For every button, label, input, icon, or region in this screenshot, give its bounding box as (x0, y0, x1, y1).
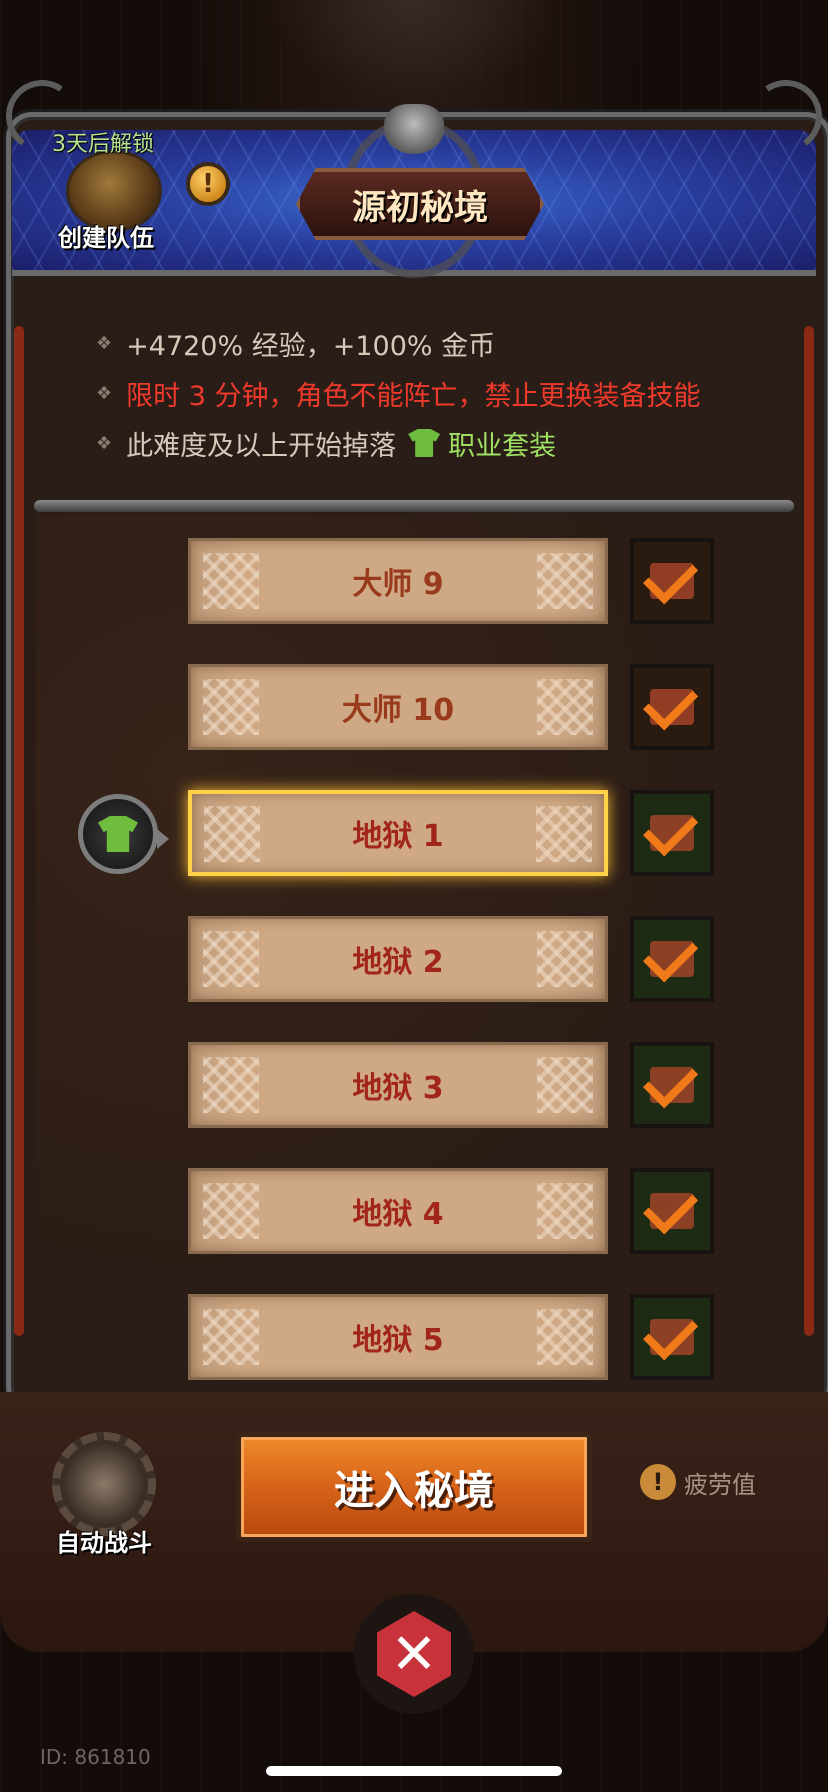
knot-ornament (537, 1309, 593, 1365)
fatigue-info[interactable]: ! 疲劳值 (640, 1464, 756, 1500)
crossed-swords-icon: ✕ (377, 1611, 451, 1697)
difficulty-checkbox[interactable] (630, 1168, 714, 1254)
difficulty-plate[interactable]: 地狱 5 (188, 1294, 608, 1380)
difficulty-label: 大师 9 (352, 567, 444, 602)
home-indicator[interactable] (266, 1766, 562, 1776)
create-team-label: 创建队伍 (58, 224, 154, 252)
panel-left-rail (14, 326, 24, 1336)
reward-line: ❖ +4720% 经验，+100% 金币 (96, 318, 700, 368)
enter-dungeon-label: 进入秘境 (334, 1468, 494, 1514)
difficulty-plate[interactable]: 大师 9 (188, 538, 608, 624)
player-id: ID: 861810 (40, 1745, 151, 1769)
difficulty-plate[interactable]: 地狱 4 (188, 1168, 608, 1254)
dungeon-info: ❖ +4720% 经验，+100% 金币 ❖ 限时 3 分钟，角色不能阵亡，禁止… (96, 318, 700, 468)
knot-ornament (536, 806, 592, 862)
hourglass-gear-icon (52, 1432, 156, 1536)
rules-line: ❖ 限时 3 分钟，角色不能阵亡，禁止更换装备技能 (96, 368, 700, 418)
difficulty-row-selected[interactable]: 地狱 1 (188, 790, 608, 876)
skull-icon (384, 104, 444, 154)
difficulty-plate[interactable]: 地狱 1 (188, 790, 608, 876)
rules-text: 限时 3 分钟，角色不能阵亡，禁止更换装备技能 (126, 380, 701, 412)
difficulty-label: 地狱 1 (352, 819, 444, 854)
difficulty-checkbox[interactable] (630, 916, 714, 1002)
auto-battle-button[interactable]: 自动战斗 (44, 1432, 164, 1557)
difficulty-row[interactable]: 大师 9 (188, 538, 608, 624)
knot-ornament (203, 931, 259, 987)
knot-ornament (203, 553, 259, 609)
divider (34, 500, 794, 512)
warning-icon: ! (640, 1464, 676, 1500)
difficulty-label: 地狱 5 (352, 1323, 444, 1358)
knot-ornament (537, 931, 593, 987)
difficulty-plate[interactable]: 地狱 2 (188, 916, 608, 1002)
shirt-icon (408, 429, 441, 457)
difficulty-plate[interactable]: 地狱 3 (188, 1042, 608, 1128)
page-title-text: 源初秘境 (352, 187, 488, 228)
difficulty-checkbox[interactable] (630, 1294, 714, 1380)
panel-right-rail (804, 326, 814, 1336)
enter-dungeon-button[interactable]: 进入秘境 (236, 1432, 592, 1542)
top-ornament (264, 0, 564, 100)
diamond-bullet-icon: ❖ (96, 382, 113, 404)
info-icon[interactable]: ! (186, 162, 230, 206)
auto-battle-label: 自动战斗 (56, 1529, 152, 1557)
difficulty-row[interactable]: 地狱 2 (188, 916, 608, 1002)
battle-nav-button[interactable]: ✕ (354, 1594, 474, 1714)
difficulty-label: 大师 10 (341, 693, 455, 728)
difficulty-row[interactable]: 地狱 3 (188, 1042, 608, 1128)
fatigue-label: 疲劳值 (684, 1470, 756, 1499)
difficulty-checkbox[interactable] (630, 664, 714, 750)
knot-ornament (203, 1183, 259, 1239)
knot-ornament (537, 553, 593, 609)
knot-ornament (537, 1057, 593, 1113)
knot-ornament (203, 679, 259, 735)
difficulty-row[interactable]: 地狱 5 (188, 1294, 608, 1380)
diamond-bullet-icon: ❖ (96, 432, 113, 454)
drop-line: ❖ 此难度及以上开始掉落 职业套装 (96, 418, 700, 468)
diamond-bullet-icon: ❖ (96, 332, 113, 354)
difficulty-label: 地狱 2 (352, 945, 444, 980)
page-title: 源初秘境 (296, 168, 544, 240)
difficulty-checkbox[interactable] (630, 538, 714, 624)
difficulty-row[interactable]: 地狱 4 (188, 1168, 608, 1254)
knot-ornament (203, 1309, 259, 1365)
drop-text: 此难度及以上开始掉落 (126, 430, 397, 462)
difficulty-label: 地狱 3 (352, 1071, 444, 1106)
knot-ornament (537, 679, 593, 735)
knot-ornament (203, 1057, 259, 1113)
reward-text: +4720% 经验，+100% 金币 (126, 330, 496, 362)
set-drop-marker (78, 794, 169, 874)
difficulty-checkbox[interactable] (630, 1042, 714, 1128)
knot-ornament (204, 806, 260, 862)
difficulty-checkbox[interactable] (630, 790, 714, 876)
difficulty-plate[interactable]: 大师 10 (188, 664, 608, 750)
shirt-icon (98, 816, 138, 852)
set-item-name: 职业套装 (448, 430, 557, 462)
knot-ornament (537, 1183, 593, 1239)
difficulty-label: 地狱 4 (352, 1197, 444, 1232)
unlock-countdown: 3天后解锁 (52, 132, 154, 157)
difficulty-row[interactable]: 大师 10 (188, 664, 608, 750)
